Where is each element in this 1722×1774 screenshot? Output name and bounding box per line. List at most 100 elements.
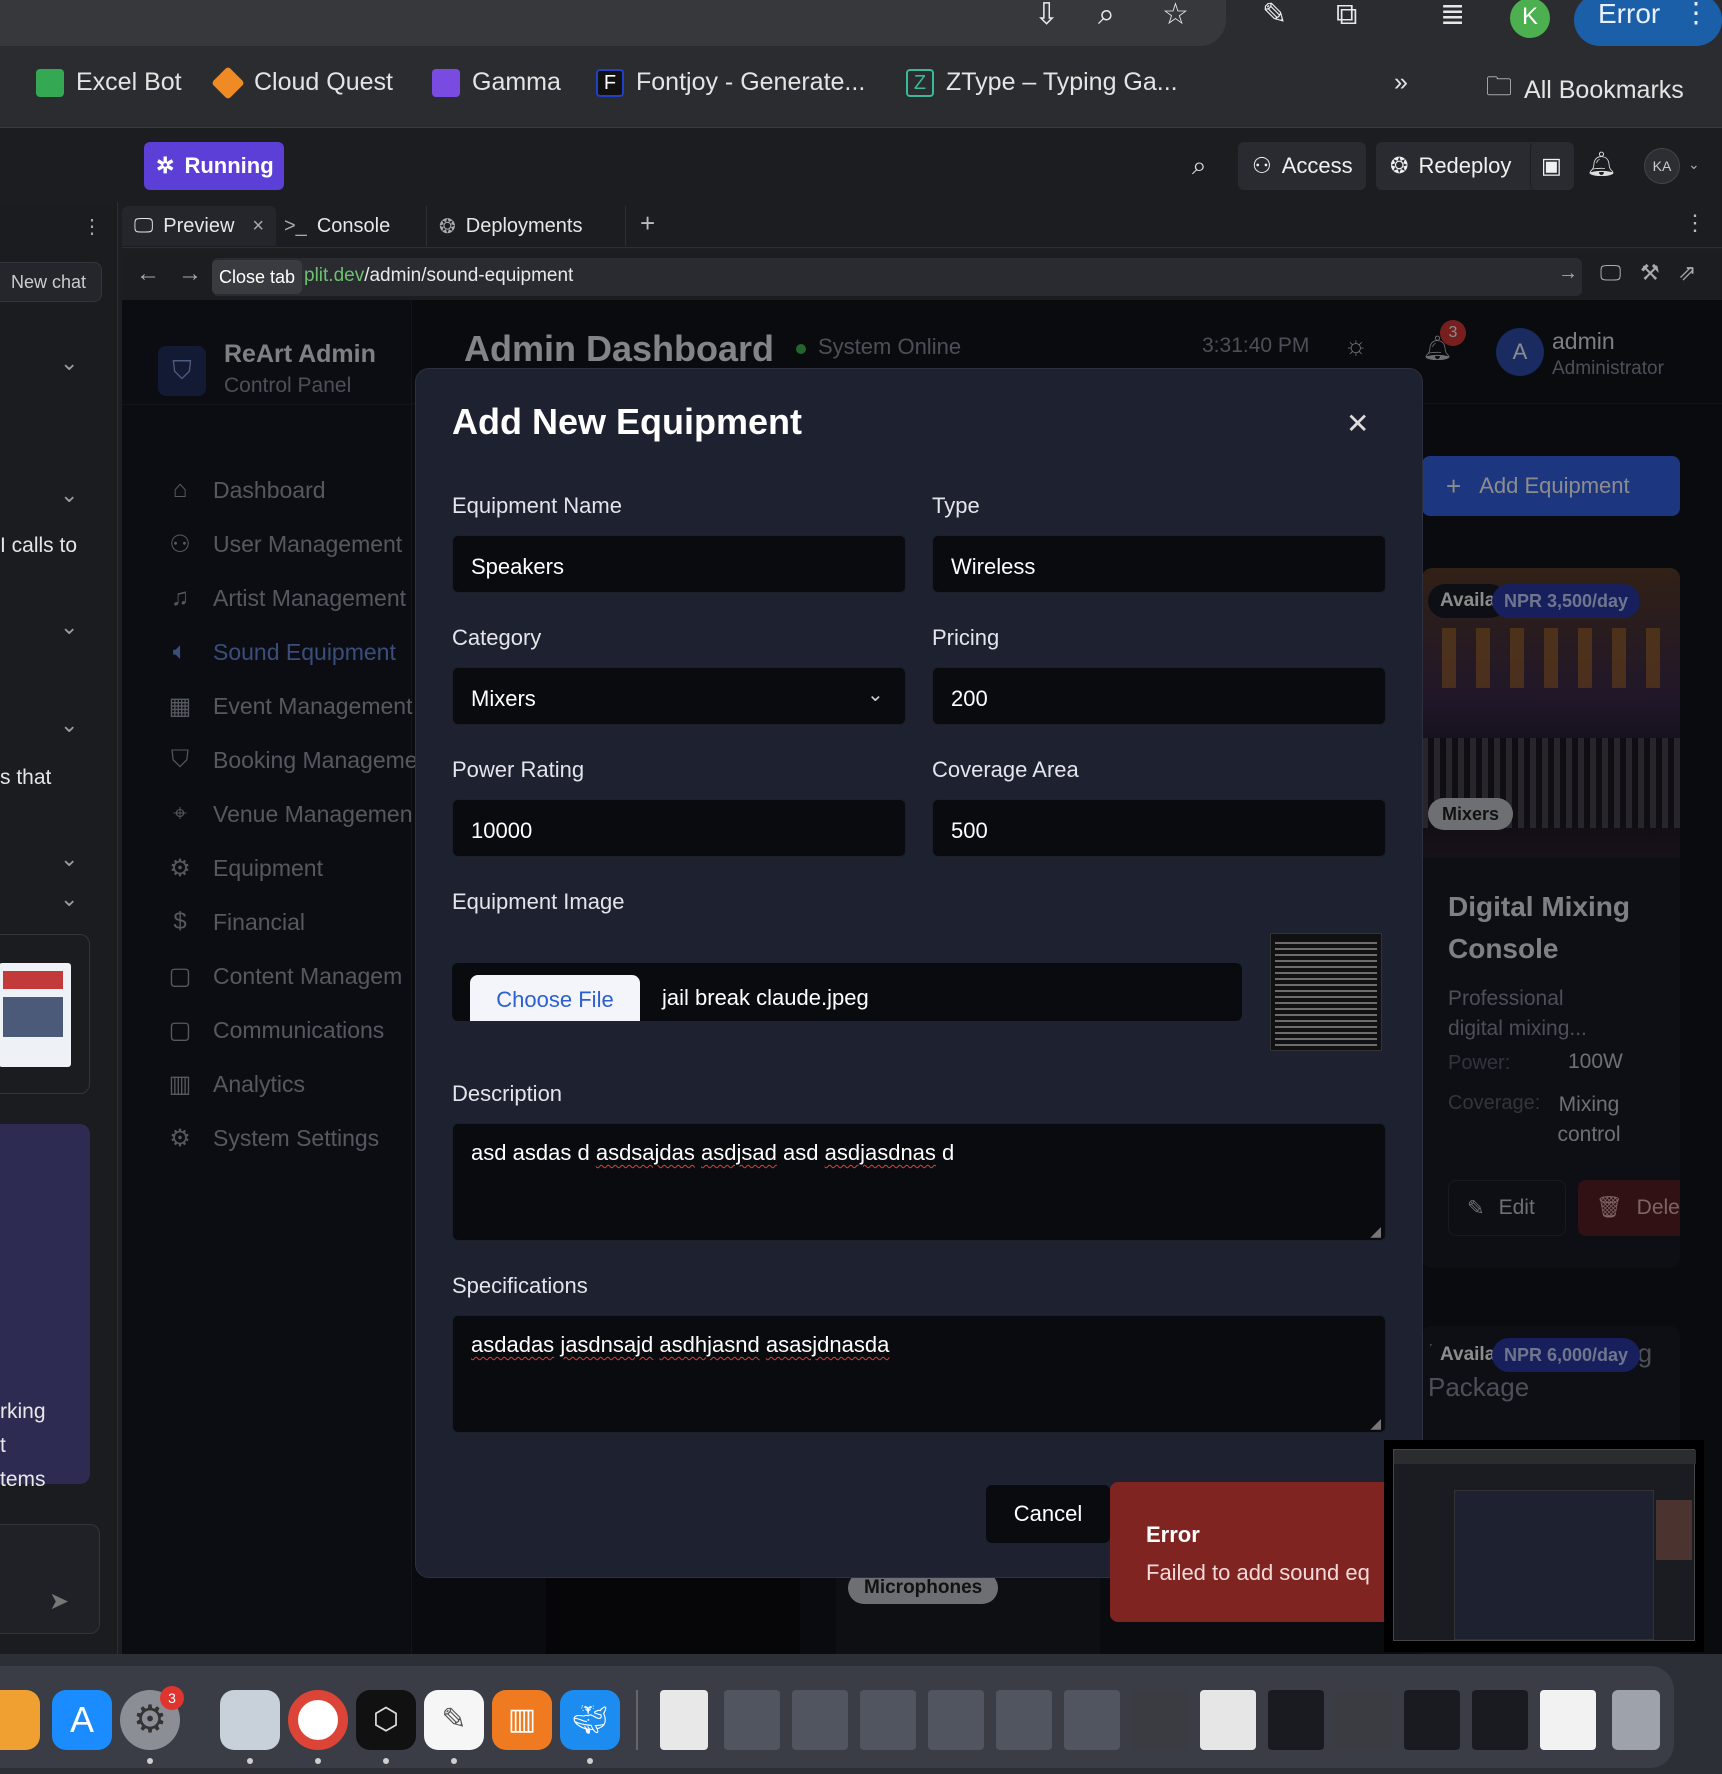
new-chat-button[interactable]: New chat	[0, 262, 102, 302]
chevron-down-icon[interactable]: ⌄	[60, 712, 78, 738]
user-avatar[interactable]: KA	[1644, 148, 1680, 184]
close-tab-tooltip: Close tab	[212, 260, 302, 294]
minimized-window[interactable]	[928, 1690, 984, 1750]
pages-icon[interactable]	[0, 1690, 40, 1750]
image-preview	[1270, 933, 1382, 1051]
install-app-icon[interactable]: ⇩	[1034, 0, 1059, 30]
books-icon[interactable]: ▥	[492, 1690, 552, 1750]
minimized-window[interactable]	[860, 1690, 916, 1750]
shell-script-icon[interactable]	[660, 1690, 708, 1750]
tab-console[interactable]: >_ Console	[272, 206, 402, 246]
close-icon[interactable]: ×	[252, 215, 264, 238]
chevron-down-icon[interactable]: ⌄	[60, 846, 78, 872]
tab-preview[interactable]: 🖵 Preview ×	[122, 206, 277, 246]
coverage-area-label: Coverage Area	[932, 757, 1079, 782]
minimized-window[interactable]	[1336, 1690, 1392, 1750]
bookmarks-overflow-icon[interactable]: »	[1394, 68, 1408, 97]
chevron-down-icon[interactable]: ⌄	[60, 482, 78, 508]
specifications-textarea[interactable]: asdadas jasdnsajd asdhjasnd asasjdnasda …	[452, 1315, 1386, 1433]
textedit-icon[interactable]: ✎	[424, 1690, 484, 1750]
docker-icon[interactable]: 🐳︎	[560, 1690, 620, 1750]
kebab-icon[interactable]: ⋮	[1684, 210, 1706, 236]
tab-deployments[interactable]: ❂ Deployments	[426, 206, 626, 246]
screenshot-preview-thumbnail[interactable]	[1384, 1440, 1704, 1652]
bookmark-star-icon[interactable]: ☆	[1162, 0, 1189, 30]
kebab-icon: ⋮	[1682, 0, 1710, 28]
running-label: Running	[184, 153, 274, 178]
minimized-window[interactable]	[724, 1690, 780, 1750]
search-icon[interactable]: ⌕	[1192, 150, 1207, 182]
power-rating-label: Power Rating	[452, 757, 585, 782]
coverage-area-input[interactable]: 500	[932, 799, 1386, 857]
minimized-window[interactable]	[1268, 1690, 1324, 1750]
preview-texture	[1275, 938, 1377, 1046]
running-status-button[interactable]: ✲ Running	[144, 142, 284, 190]
send-icon[interactable]: ➤	[49, 1587, 69, 1616]
minimized-window[interactable]	[1472, 1690, 1528, 1750]
text-word: asd	[783, 1140, 819, 1165]
minimized-window[interactable]	[1200, 1690, 1256, 1750]
redeploy-button[interactable]: ❂ Redeploy	[1376, 142, 1556, 190]
minimized-window[interactable]	[1132, 1690, 1188, 1750]
resize-handle-icon[interactable]: ◢	[1370, 1415, 1381, 1432]
power-rating-input[interactable]: 10000	[452, 799, 906, 857]
cursor-app-icon[interactable]: ⬡	[356, 1690, 416, 1750]
redeploy-options-icon[interactable]: ▣	[1530, 142, 1574, 190]
toast-message: Failed to add sound eq	[1146, 1560, 1370, 1585]
zoom-icon[interactable]: ⌕	[1098, 0, 1115, 30]
equipment-name-input[interactable]: Speakers	[452, 535, 906, 593]
description-textarea[interactable]: asd asdas d asdsajdas asdjsad asd asdjas…	[452, 1123, 1386, 1241]
extensions-icon[interactable]: ⧉	[1336, 0, 1357, 30]
category-select[interactable]: Mixers ⌄	[452, 667, 906, 725]
back-icon[interactable]: ←	[136, 260, 160, 288]
resize-handle-icon[interactable]: ◢	[1370, 1223, 1381, 1240]
category-label: Category	[452, 625, 542, 650]
file-input[interactable]: Choose File jail break claude.jpeg	[452, 963, 1242, 1021]
cancel-button[interactable]: Cancel	[986, 1485, 1110, 1543]
minimized-window[interactable]	[1404, 1690, 1460, 1750]
minimized-window[interactable]	[1540, 1690, 1596, 1750]
chevron-down-icon[interactable]: ⌄	[60, 350, 78, 376]
url-field[interactable]: plit.dev/admin/sound-equipment	[212, 258, 1582, 296]
attachment-card[interactable]	[0, 934, 90, 1094]
bookmark-label: ZType – Typing Ga...	[946, 68, 1178, 96]
thumbnail-image	[1393, 1449, 1696, 1641]
close-icon[interactable]: ✕	[1346, 407, 1369, 440]
minimized-window[interactable]	[996, 1690, 1052, 1750]
preview-app-icon[interactable]	[220, 1690, 280, 1750]
external-link-icon[interactable]: ⇗	[1678, 260, 1696, 286]
sheet-icon	[36, 68, 64, 97]
all-bookmarks[interactable]: 🗀 All Bookmarks	[1486, 68, 1684, 112]
error-toast[interactable]: Error Failed to add sound eq	[1110, 1482, 1390, 1622]
eyedropper-icon[interactable]: ✎	[1262, 0, 1287, 30]
minimized-window[interactable]	[792, 1690, 848, 1750]
bookmark-excel-bot[interactable]: Excel Bot	[36, 68, 182, 97]
forward-icon[interactable]: →	[178, 260, 202, 288]
minimized-window[interactable]	[1064, 1690, 1120, 1750]
bookmark-gamma[interactable]: Gamma	[432, 68, 561, 97]
choose-file-button[interactable]: Choose File	[470, 975, 640, 1021]
bookmark-ztype[interactable]: Z ZType – Typing Ga...	[906, 68, 1178, 97]
redeploy-label: Redeploy	[1418, 153, 1512, 178]
add-user-icon: ⚇	[1252, 153, 1272, 178]
open-arrow-icon[interactable]: →	[1558, 262, 1578, 285]
wrench-icon[interactable]: ⚒	[1640, 260, 1660, 286]
browser-error-button[interactable]: Error ⋮	[1574, 0, 1722, 46]
trash-icon[interactable]	[1612, 1690, 1660, 1750]
devices-icon[interactable]: 🖵	[1600, 260, 1621, 286]
chevron-down-icon[interactable]: ⌄	[1688, 156, 1700, 173]
kebab-icon[interactable]: ⋮	[82, 214, 102, 239]
bookmark-cloud-quest[interactable]: Cloud Quest	[211, 65, 393, 100]
chevron-down-icon[interactable]: ⌄	[60, 886, 78, 912]
bell-icon[interactable]: 🔔︎	[1586, 150, 1616, 179]
app-store-icon[interactable]: A	[52, 1690, 112, 1750]
chat-input[interactable]: ➤	[0, 1524, 100, 1634]
type-input[interactable]: Wireless	[932, 535, 1386, 593]
add-tab-icon[interactable]: +	[640, 208, 655, 239]
chevron-down-icon[interactable]: ⌄	[60, 614, 78, 640]
chrome-icon[interactable]	[288, 1690, 348, 1750]
access-button[interactable]: ⚇ Access	[1238, 142, 1366, 190]
pricing-input[interactable]: 200	[932, 667, 1386, 725]
reading-list-icon[interactable]: ≣	[1440, 0, 1465, 30]
bookmark-fontjoy[interactable]: F Fontjoy - Generate...	[596, 68, 865, 97]
